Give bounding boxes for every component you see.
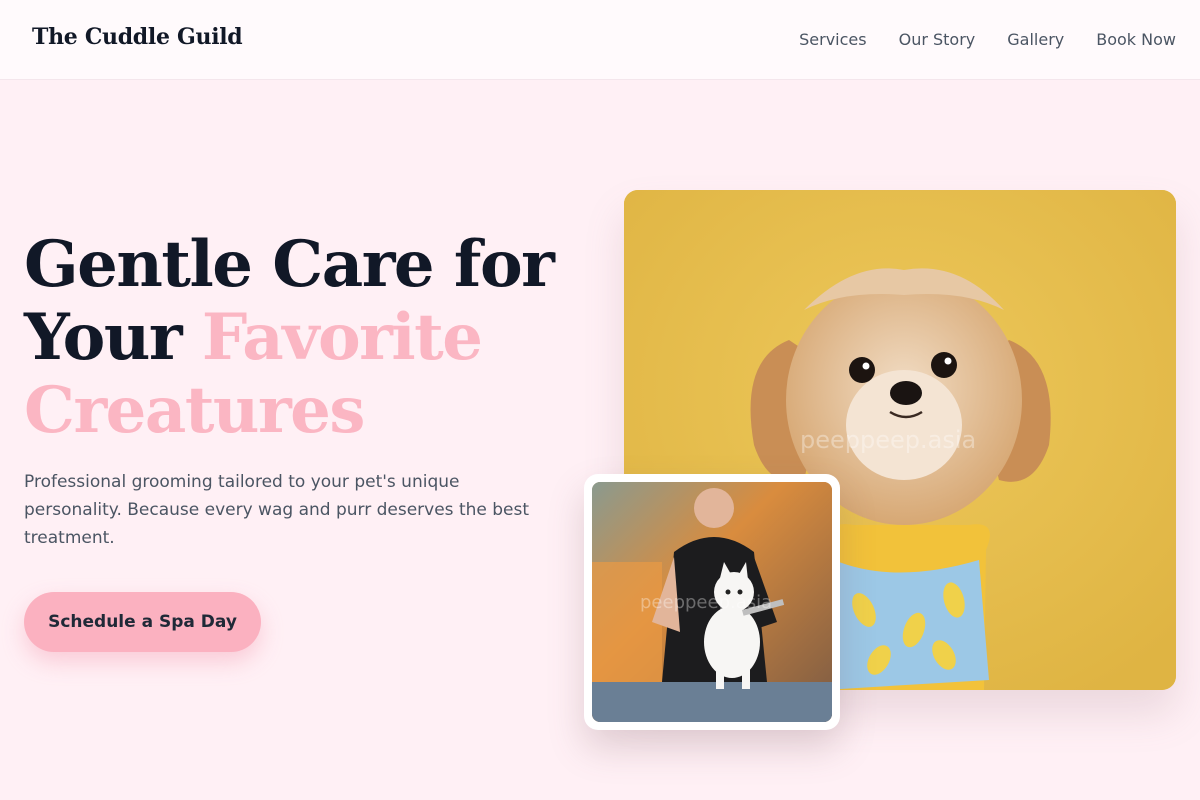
- nav-gallery[interactable]: Gallery: [1007, 30, 1064, 49]
- schedule-spa-day-button[interactable]: Schedule a Spa Day: [24, 592, 261, 652]
- site-header: The Cuddle Guild Services Our Story Gall…: [0, 0, 1200, 80]
- main-nav: Services Our Story Gallery Book Now: [799, 30, 1176, 49]
- headline-line-1: Gentle Care for: [24, 227, 555, 302]
- nav-book-now[interactable]: Book Now: [1096, 30, 1176, 49]
- hero-description: Professional grooming tailored to your p…: [24, 472, 530, 548]
- nav-services[interactable]: Services: [799, 30, 866, 49]
- small-photo-watermark: peeppeep.asia: [640, 592, 773, 613]
- hero-headline: Gentle Care for Your Favorite Creatures: [24, 228, 584, 447]
- groomer-photo: peeppeep.asia: [592, 482, 832, 722]
- groomer-photo-card: peeppeep.asia: [584, 474, 840, 730]
- headline-line-2: Your: [24, 300, 202, 375]
- main-photo-watermark: peeppeep.asia: [800, 426, 977, 454]
- headline-accent-favorite: Favorite: [201, 300, 483, 375]
- brand-logo[interactable]: The Cuddle Guild: [32, 24, 243, 50]
- headline-accent-creatures: Creatures: [24, 373, 365, 448]
- nav-our-story[interactable]: Our Story: [899, 30, 976, 49]
